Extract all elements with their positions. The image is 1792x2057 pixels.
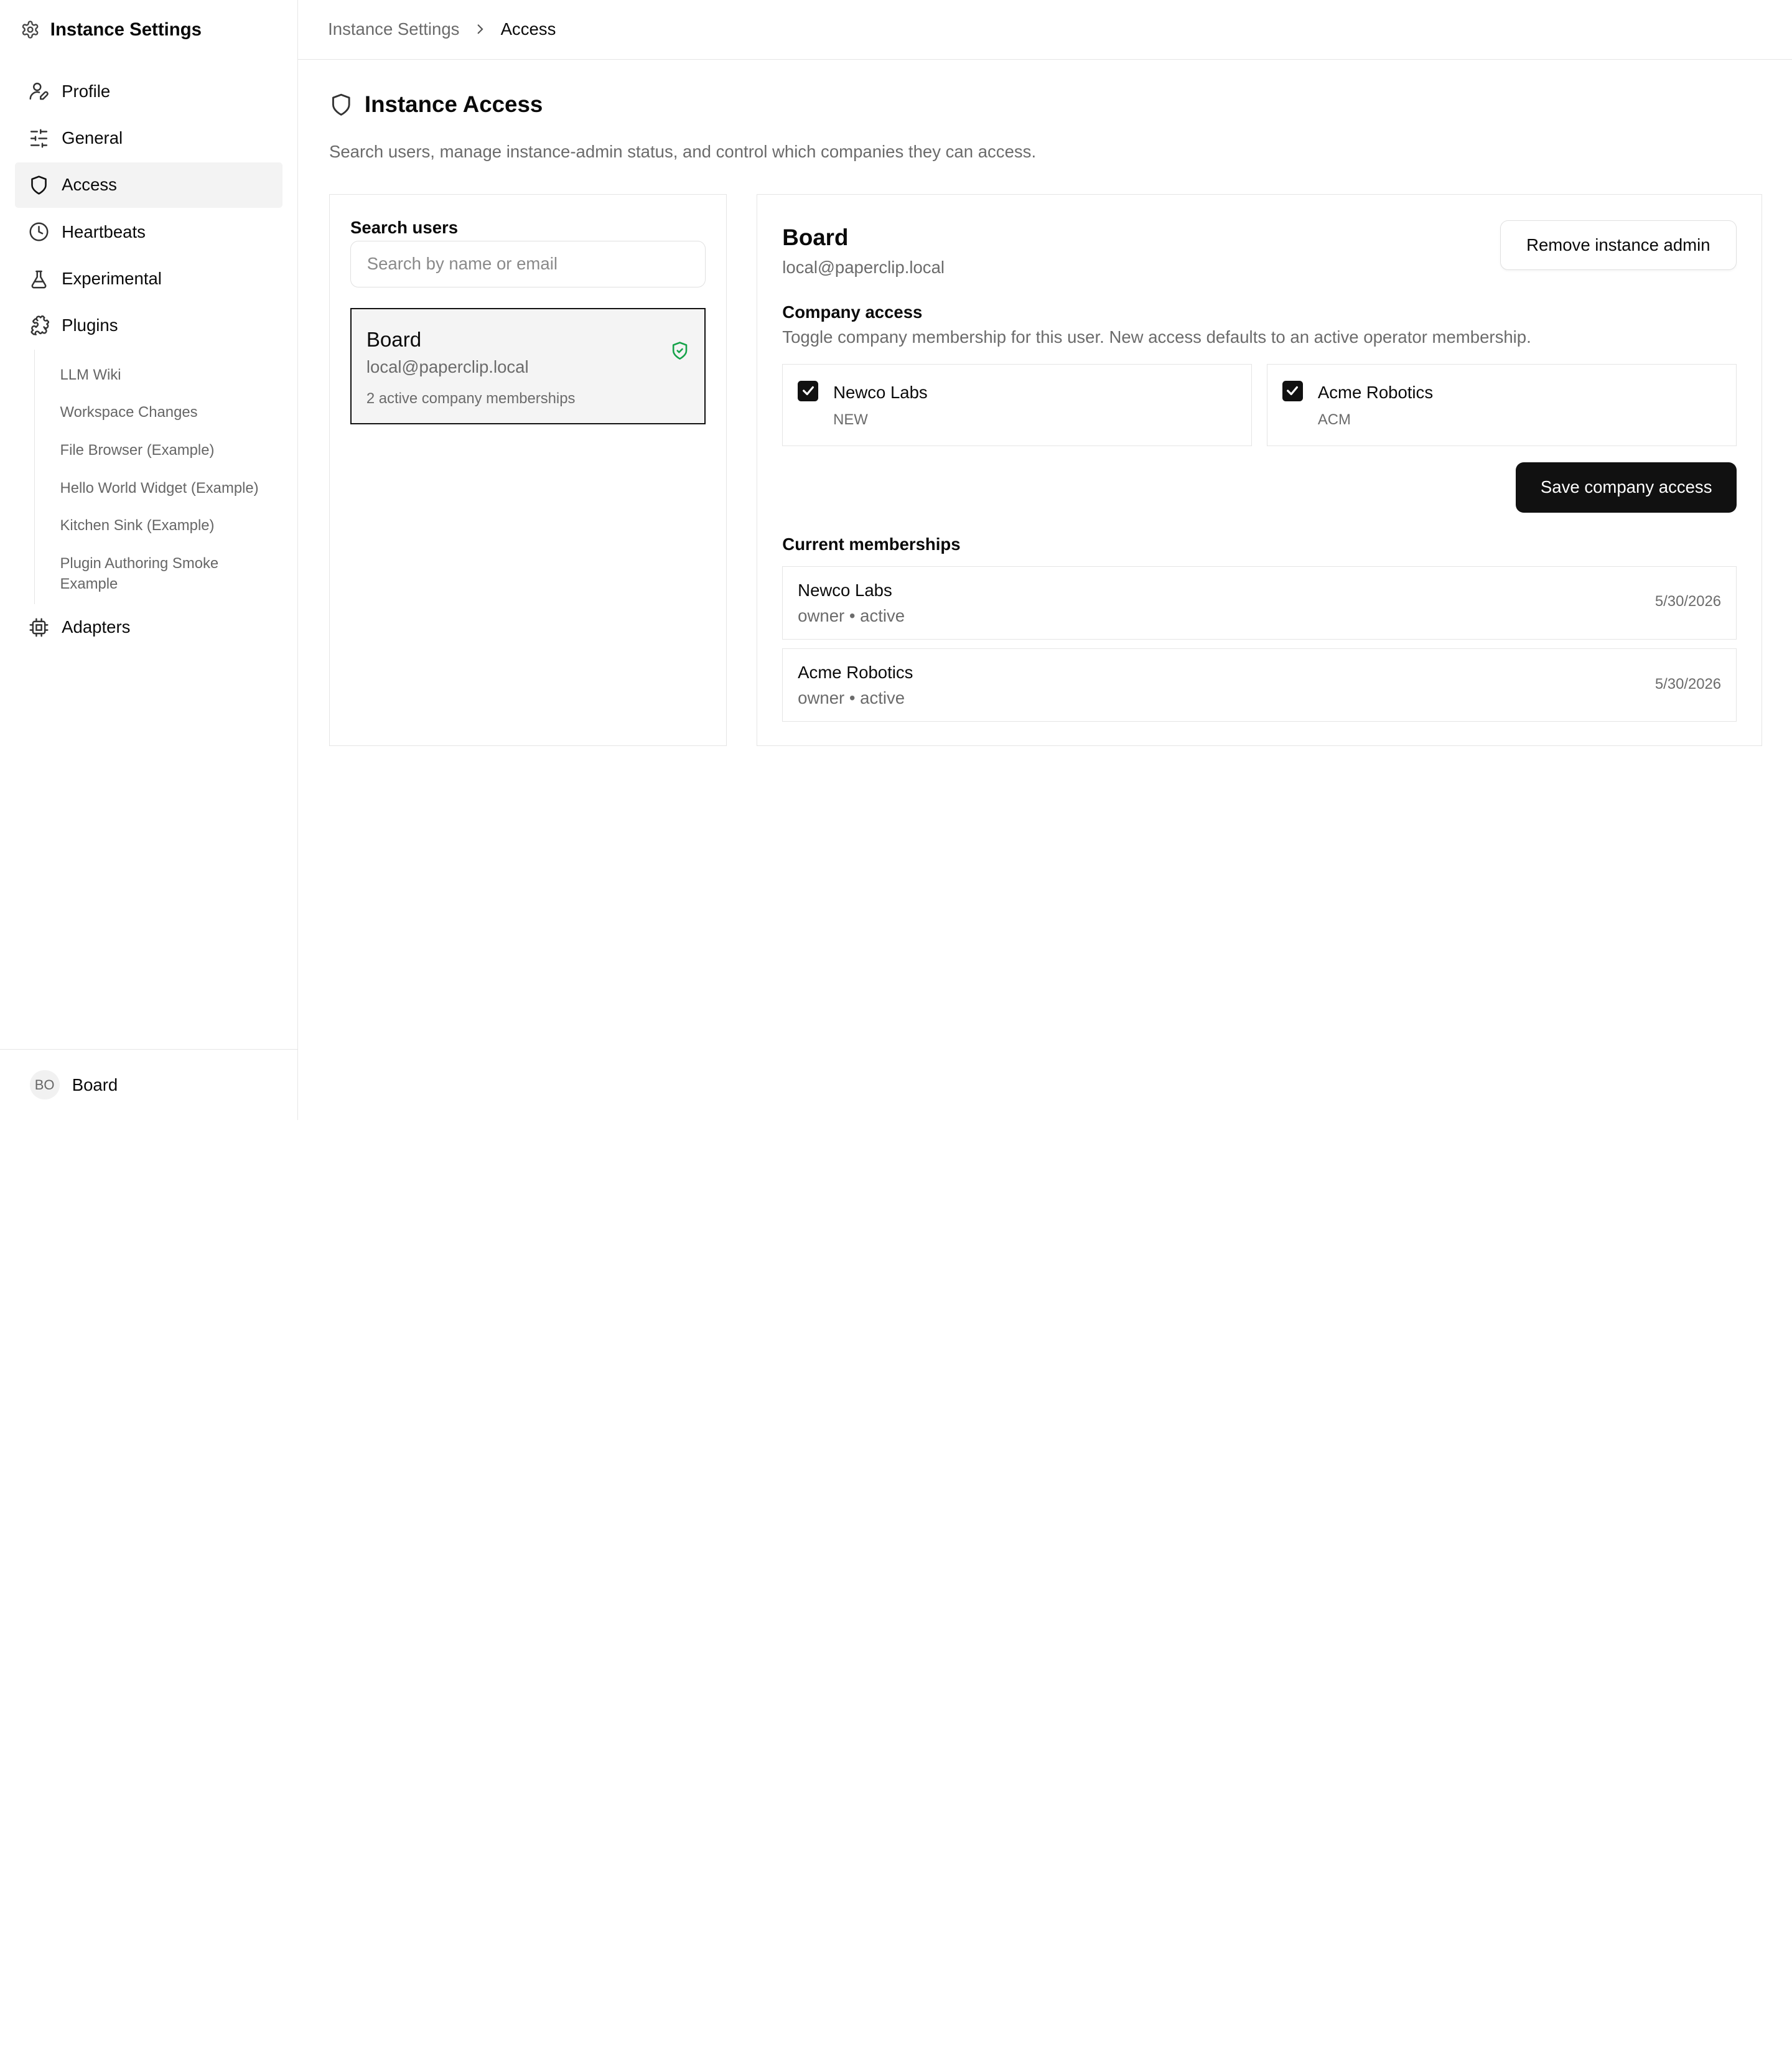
company-toggle-acme-robotics[interactable]: Acme Robotics ACM — [1267, 364, 1737, 447]
membership-count: 2 active company memberships — [366, 390, 576, 408]
flask-icon — [29, 269, 49, 289]
sidebar-item-adapters[interactable]: Adapters — [15, 604, 282, 650]
user-name: Board — [366, 329, 422, 352]
plugin-item-kitchen-sink[interactable]: Kitchen Sink (Example) — [60, 507, 282, 545]
sidebar-item-label: Experimental — [62, 269, 162, 289]
sidebar-item-label: Access — [62, 175, 117, 195]
chevron-right-icon — [472, 21, 488, 37]
shield-icon — [29, 175, 49, 195]
page-description: Search users, manage instance-admin stat… — [329, 141, 1037, 161]
page-title: Instance Access — [364, 91, 543, 117]
sidebar-user[interactable]: BO Board — [0, 1049, 297, 1120]
checkbox-checked[interactable] — [1282, 380, 1303, 401]
shield-icon — [329, 93, 353, 117]
remove-instance-admin-button[interactable]: Remove instance admin — [1500, 220, 1737, 271]
membership-role-status: owner • active — [798, 688, 905, 707]
company-toggle-newco-labs[interactable]: Newco Labs NEW — [782, 364, 1253, 447]
sidebar-item-label: Adapters — [62, 617, 131, 637]
plugin-item-hello-world-widget[interactable]: Hello World Widget (Example) — [60, 470, 282, 508]
membership-row: Acme Robotics owner • active 5/30/2026 — [782, 648, 1737, 722]
user-list-item[interactable]: Board local@paperclip.local 2 active com… — [350, 308, 706, 425]
settings-nav: Profile General Access Heartbeats Experi… — [14, 68, 282, 651]
breadcrumb-current: Access — [500, 19, 556, 39]
company-access-title: Company access — [782, 302, 923, 322]
plugins-submenu: LLM Wiki Workspace Changes File Browser … — [34, 349, 282, 605]
sliders-icon — [29, 128, 49, 149]
sidebar: Instance Settings Profile General Access — [0, 0, 299, 1120]
user-search-panel: Search users Board local@paperclip.local… — [329, 194, 727, 747]
company-name: Acme Robotics — [1317, 383, 1434, 403]
puzzle-icon — [29, 315, 49, 336]
clock-icon — [29, 222, 49, 242]
sidebar-item-label: Heartbeats — [62, 222, 146, 241]
shield-check-icon — [670, 341, 689, 360]
sidebar-item-general[interactable]: General — [15, 115, 282, 161]
company-access-description: Toggle company membership for this user.… — [782, 327, 1531, 347]
save-company-access-button[interactable]: Save company access — [1516, 462, 1737, 513]
sidebar-item-label: Plugins — [62, 315, 118, 335]
breadcrumb-parent[interactable]: Instance Settings — [328, 19, 459, 39]
gear-icon — [21, 20, 40, 39]
chip-icon — [29, 617, 49, 638]
user-detail-panel: Board local@paperclip.local Remove insta… — [756, 194, 1763, 747]
search-input[interactable] — [350, 240, 706, 287]
sidebar-title: Instance Settings — [50, 19, 202, 40]
plugin-item-authoring-smoke[interactable]: Plugin Authoring Smoke Example — [60, 545, 254, 600]
sidebar-item-plugins[interactable]: Plugins — [15, 303, 282, 348]
plugin-item-llm-wiki[interactable]: LLM Wiki — [60, 357, 282, 394]
company-code: ACM — [1317, 411, 1351, 429]
detail-user-name: Board — [782, 224, 849, 250]
user-name: Board — [72, 1075, 118, 1094]
sidebar-item-experimental[interactable]: Experimental — [15, 256, 282, 301]
plugin-item-file-browser[interactable]: File Browser (Example) — [60, 432, 282, 470]
breadcrumb: Instance Settings Access — [298, 0, 1792, 60]
plugin-item-workspace-changes[interactable]: Workspace Changes — [60, 394, 282, 432]
membership-date: 5/30/2026 — [1654, 675, 1722, 693]
checkbox-checked[interactable] — [798, 380, 819, 401]
sidebar-item-heartbeats[interactable]: Heartbeats — [15, 209, 282, 254]
sidebar-header: Instance Settings — [21, 17, 202, 42]
sidebar-item-label: General — [62, 128, 123, 148]
sidebar-item-profile[interactable]: Profile — [15, 68, 282, 114]
sidebar-item-access[interactable]: Access — [14, 162, 282, 208]
detail-user-email: local@paperclip.local — [782, 258, 945, 278]
membership-date: 5/30/2026 — [1654, 593, 1722, 610]
company-name: Newco Labs — [833, 383, 928, 403]
membership-company: Acme Robotics — [798, 663, 913, 683]
user-pen-icon — [29, 81, 49, 101]
company-code: NEW — [833, 411, 868, 429]
membership-role-status: owner • active — [798, 605, 905, 625]
membership-company: Newco Labs — [798, 581, 892, 600]
search-label: Search users — [350, 217, 459, 237]
membership-row: Newco Labs owner • active 5/30/2026 — [782, 566, 1737, 640]
app-root: Instance Settings Profile General Access — [0, 0, 1792, 1120]
avatar: BO — [29, 1070, 60, 1100]
sidebar-item-label: Profile — [62, 81, 111, 101]
page-header: Instance Access — [329, 91, 543, 118]
user-email: local@paperclip.local — [366, 357, 529, 377]
current-memberships-title: Current memberships — [782, 534, 961, 554]
